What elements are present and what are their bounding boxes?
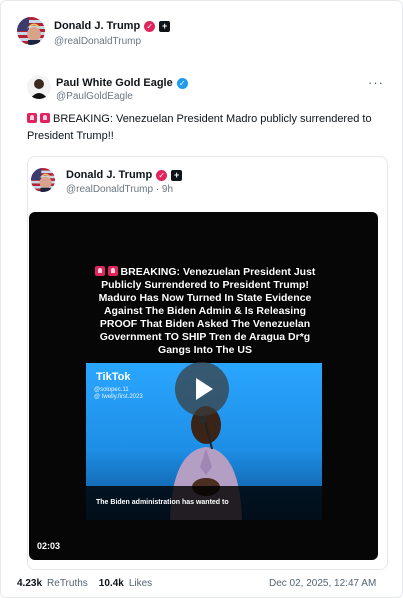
siren-icon <box>94 266 105 276</box>
author-avatar[interactable] <box>17 17 45 45</box>
engagement-stats: 4.23k ReTruths 10.4k Likes <box>17 578 152 589</box>
video-caption: BREAKING: Venezuelan President Just Publ… <box>85 266 325 357</box>
likes-count[interactable]: 10.4k <box>99 578 124 589</box>
siren-icon <box>40 113 50 123</box>
retruths-count[interactable]: 4.23k <box>17 578 42 589</box>
reshared-author-name[interactable]: Paul White Gold Eagle <box>56 77 173 89</box>
flag-avatar-icon <box>17 17 45 45</box>
quoted-author-avatar[interactable] <box>31 168 55 192</box>
post-text-content: BREAKING: Venezuelan President Madro pub… <box>27 113 372 142</box>
post-card: Donald J. Trump ✓ + @realDonaldTrump Pau… <box>0 0 403 598</box>
retruths-label[interactable]: ReTruths <box>47 578 88 589</box>
siren-icon <box>27 113 37 123</box>
tiktok-user: @solopec.11 @ twelly.first.2023 <box>94 387 143 400</box>
video-subtitle: The Biden administration has wanted to <box>96 499 229 506</box>
video-caption-text: BREAKING: Venezuelan President Just Publ… <box>98 266 316 356</box>
play-button[interactable] <box>175 362 229 416</box>
likes-label[interactable]: Likes <box>129 578 152 589</box>
person-avatar-icon <box>27 75 51 99</box>
microphone-icon <box>199 414 213 449</box>
quoted-author-name[interactable]: Donald J. Trump <box>66 169 152 181</box>
verified-badge-icon: ✓ <box>176 77 188 89</box>
author-name[interactable]: Donald J. Trump <box>54 20 140 32</box>
reshared-author-avatar[interactable] <box>27 75 51 99</box>
reshared-author-handle[interactable]: @PaulGoldEagle <box>56 91 133 102</box>
tiktok-label: TikTok <box>96 371 131 383</box>
post-date[interactable]: Dec 02, 2025, 12:47 AM <box>269 578 376 589</box>
siren-icon <box>107 266 118 276</box>
verified-badge-icon: ✓ <box>144 20 156 32</box>
flag-avatar-icon <box>31 168 55 192</box>
more-options-icon[interactable]: ··· <box>368 75 384 90</box>
video-duration: 02:03 <box>37 541 61 551</box>
author-handle[interactable]: @realDonaldTrump <box>54 36 141 47</box>
video-player[interactable]: BREAKING: Venezuelan President Just Publ… <box>29 212 378 560</box>
quoted-author-handle[interactable]: @realDonaldTrump · 9h <box>66 184 173 195</box>
plus-badge-icon: + <box>171 169 183 181</box>
verified-badge-icon: ✓ <box>156 169 168 181</box>
reshared-post-text: BREAKING: Venezuelan President Madro pub… <box>27 111 377 145</box>
plus-badge-icon: + <box>159 20 171 32</box>
